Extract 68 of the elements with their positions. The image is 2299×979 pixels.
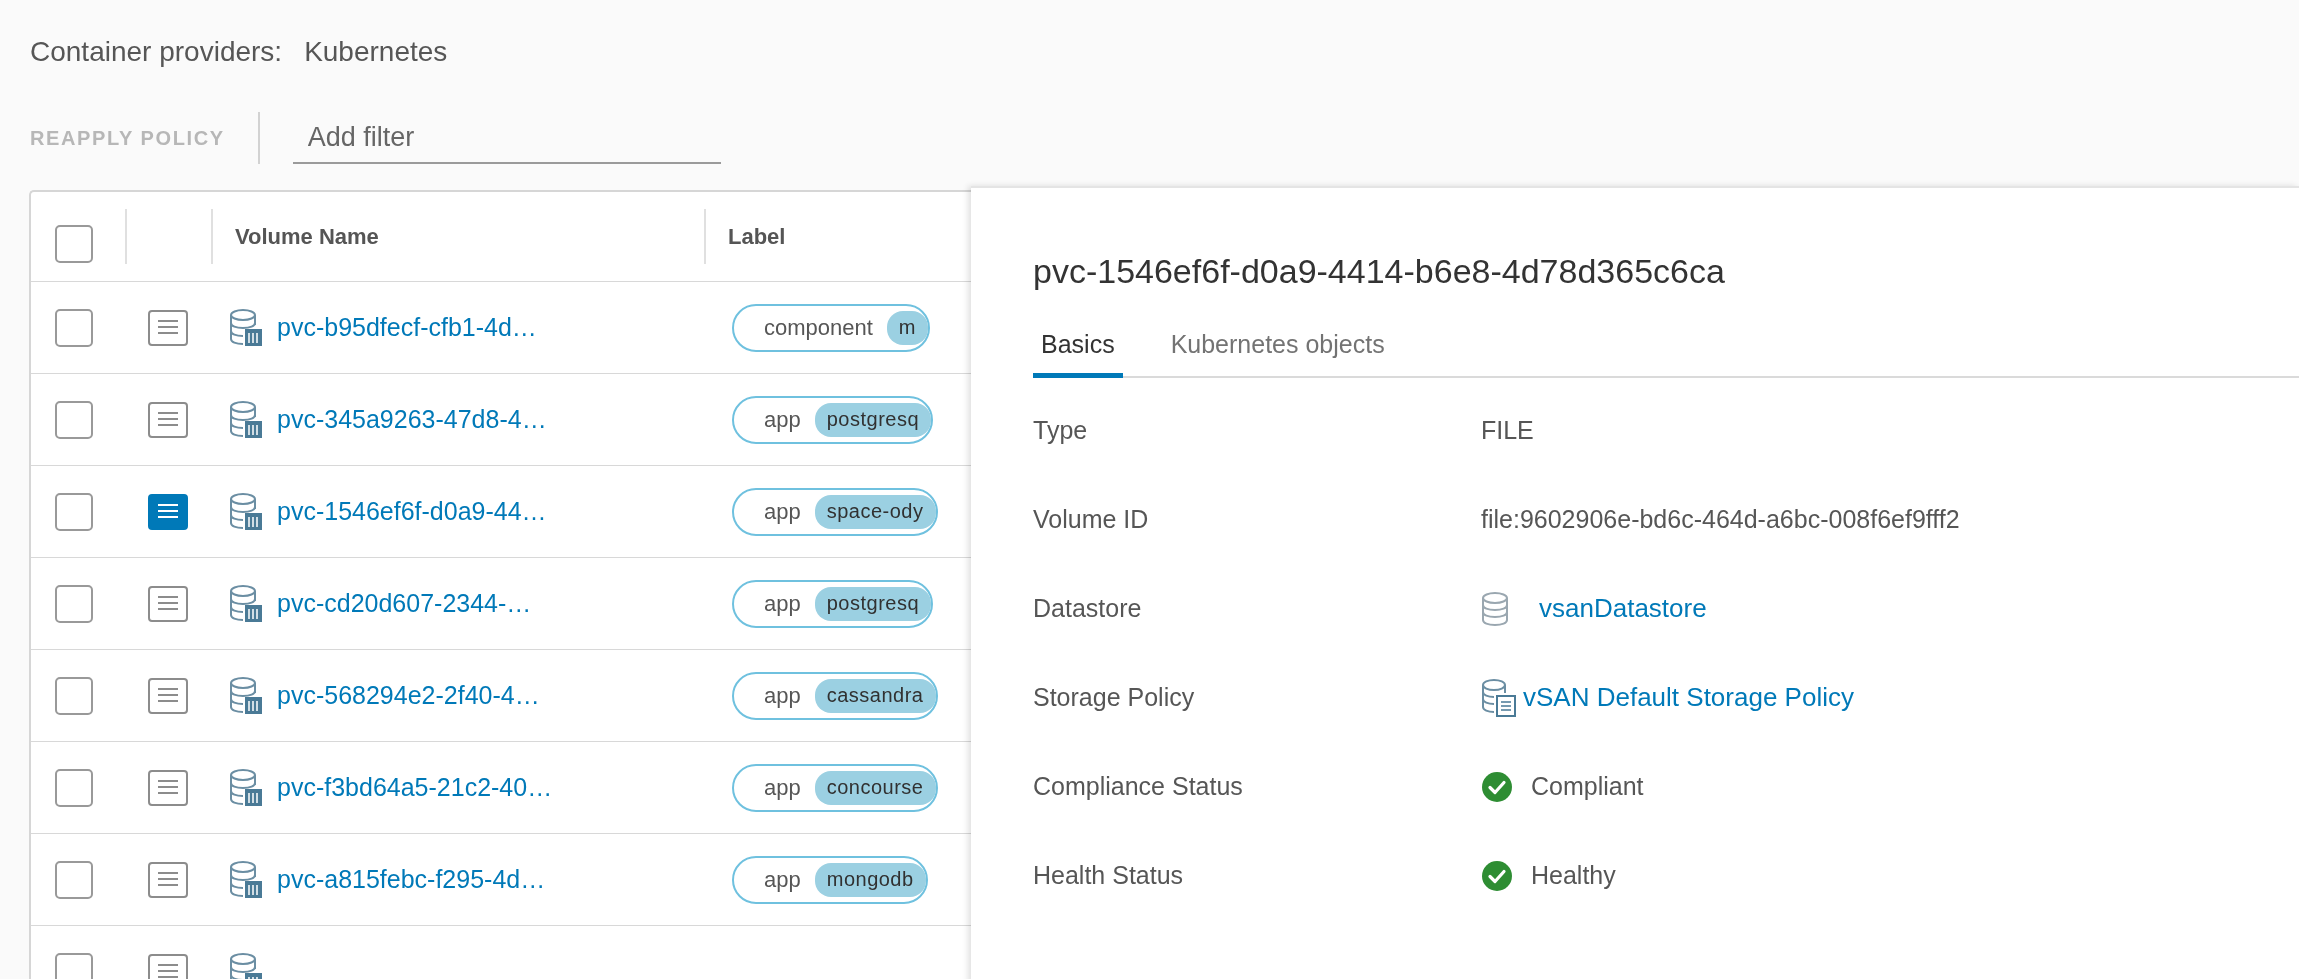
field-label: Health Status	[1033, 861, 1185, 890]
row-checkbox[interactable]	[55, 492, 93, 531]
label-value: cassandra	[814, 678, 936, 713]
label-key: component	[764, 314, 873, 341]
label-value: postgresq	[814, 586, 932, 621]
volume-link[interactable]: pvc-b95dfecf-cfb1-4d…	[277, 313, 537, 342]
label-key: app	[764, 498, 801, 525]
label-key: app	[764, 590, 801, 617]
details-icon[interactable]	[148, 953, 188, 979]
row-checkbox[interactable]	[55, 768, 93, 807]
header-value: Kubernetes	[304, 36, 448, 68]
label-value: postgresq	[814, 402, 932, 437]
label-key: app	[764, 866, 801, 893]
field-label: Type	[1033, 416, 1089, 445]
volume-icon	[229, 400, 263, 439]
field-value: FILE	[1481, 416, 1534, 445]
volume-link[interactable]: pvc-a815febc-f295-4d…	[277, 865, 546, 894]
volume-icon	[229, 492, 263, 531]
details-icon[interactable]	[148, 493, 188, 530]
details-icon[interactable]	[148, 677, 188, 714]
status-value: Compliant	[1531, 772, 1644, 801]
details-icon[interactable]	[148, 309, 188, 346]
filter-field[interactable]: Add filter	[292, 112, 721, 164]
row-checkbox[interactable]	[55, 400, 93, 439]
details-icon[interactable]	[148, 401, 188, 438]
row-checkbox[interactable]	[55, 308, 93, 347]
volume-icon	[229, 584, 263, 623]
field-label: Volume ID	[1033, 505, 1150, 534]
policy-icon	[1481, 678, 1517, 717]
row-checkbox[interactable]	[55, 676, 93, 715]
field-value: file:9602906e-bd6c-464d-a6bc-008f6ef9fff2	[1481, 505, 1960, 534]
row-checkbox[interactable]	[55, 860, 93, 899]
label-key: app	[764, 406, 801, 433]
status-value: Healthy	[1531, 861, 1616, 890]
label-key: app	[764, 774, 801, 801]
field-label: Datastore	[1033, 594, 1143, 623]
label-key: app	[764, 682, 801, 709]
row-checkbox[interactable]	[55, 584, 93, 623]
field-label: Storage Policy	[1033, 683, 1196, 712]
database-icon	[1481, 591, 1509, 626]
check-circle-icon	[1481, 770, 1513, 803]
volume-link[interactable]: pvc-1546ef6f-d0a9-44…	[277, 497, 547, 526]
details-icon[interactable]	[148, 769, 188, 806]
tab[interactable]: Basics	[1033, 330, 1123, 378]
label-value: m	[886, 310, 929, 345]
field-label: Compliance Status	[1033, 772, 1244, 801]
volume-icon	[229, 768, 263, 807]
details-icon[interactable]	[148, 861, 188, 898]
row-checkbox[interactable]	[55, 952, 93, 979]
label-value: mongodb	[814, 862, 926, 897]
datastore-link[interactable]: vsanDatastore	[1539, 593, 1707, 624]
volume-icon	[229, 308, 263, 347]
volume-icon	[229, 860, 263, 899]
volume-link[interactable]: pvc-568294e2-2f40-4…	[277, 681, 540, 710]
header-label: Container providers:	[30, 36, 283, 68]
select-all-checkbox[interactable]	[55, 224, 93, 263]
column-header[interactable]: Volume Name	[211, 209, 704, 264]
label-value: concourse	[814, 770, 936, 805]
volume-title: pvc-1546ef6f-d0a9-4414-b6e8-4d78d365c6ca	[1033, 250, 1726, 292]
volume-link[interactable]: pvc-345a9263-47d8-4…	[277, 405, 547, 434]
label-value: space-ody	[814, 494, 936, 529]
details-icon[interactable]	[148, 585, 188, 622]
storage-policy-link[interactable]: vSAN Default Storage Policy	[1523, 682, 1854, 713]
volume-icon	[229, 676, 263, 715]
check-circle-icon	[1481, 859, 1513, 892]
volume-link[interactable]: pvc-cd20d607-2344-…	[277, 589, 532, 618]
volume-link[interactable]: pvc-f3bd64a5-21c2-40…	[277, 773, 553, 802]
tab[interactable]: Kubernetes objects	[1162, 330, 1393, 378]
